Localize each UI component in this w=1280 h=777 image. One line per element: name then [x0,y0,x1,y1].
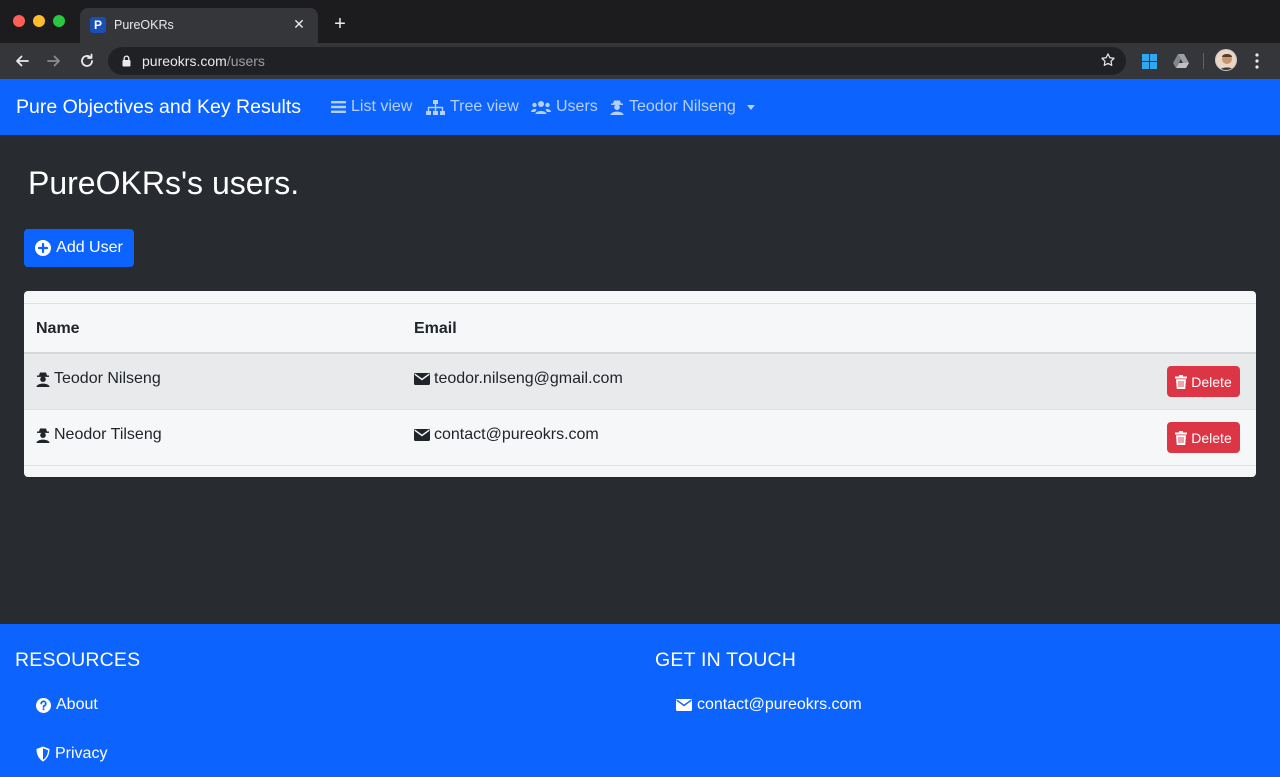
user-secret-icon [36,428,50,443]
chevron-down-icon [746,104,755,110]
user-email-cell: contact@pureokrs.com [414,426,599,444]
delete-user-button[interactable]: Delete [1167,422,1240,453]
reload-icon[interactable] [75,49,99,73]
lock-icon [122,55,131,67]
list-icon [331,100,346,114]
question-circle-icon [36,697,51,713]
column-header-name: Name [36,320,80,337]
delete-user-button[interactable]: Delete [1167,366,1240,397]
nav-link-label: Teodor Nilseng [629,98,736,115]
footer-contact-heading: GET IN TOUCH [655,649,797,671]
trash-icon [1175,430,1188,445]
sitemap-icon [426,99,445,115]
users-icon [531,100,551,114]
bookmark-star-icon[interactable] [1100,52,1116,68]
nav-link-list-view[interactable]: List view [331,98,412,116]
user-email-cell: teodor.nilseng@gmail.com [414,370,623,388]
add-user-button[interactable]: Add User [24,229,134,267]
close-window-button[interactable] [13,15,25,27]
url-text: pureokrs.com/users [142,53,265,69]
nav-link-label: Tree view [450,98,519,115]
main-content: PureOKRs's users. Add User Name Email Te… [0,135,1280,624]
nav-link-tree-view[interactable]: Tree view [426,98,519,116]
user-name: Teodor Nilseng [54,370,161,387]
table-row: Teodor Nilseng teodor.nilseng@gmail.com … [24,354,1256,410]
drive-extension-icon[interactable] [1171,51,1191,71]
browser-chrome: P PureOKRs ✕ + pureokrs.com/users [0,0,1280,79]
browser-toolbar: pureokrs.com/users [0,43,1280,79]
footer-link-label: Privacy [55,745,108,762]
minimize-window-button[interactable] [33,15,45,27]
address-bar[interactable]: pureokrs.com/users [108,47,1126,75]
envelope-icon [414,429,430,441]
delete-label: Delete [1191,429,1232,446]
user-name-cell: Neodor Tilseng [36,426,162,444]
site-footer: RESOURCES About Privacy GET IN TOUCH con… [0,624,1280,777]
back-icon[interactable] [10,49,34,73]
user-name-cell: Teodor Nilseng [36,370,161,388]
footer-resources-heading: RESOURCES [15,649,141,671]
add-user-label: Add User [56,239,123,256]
footer-link-about[interactable]: About [36,696,98,714]
footer-contact-email[interactable]: contact@pureokrs.com [676,696,862,714]
trash-icon [1175,374,1188,389]
tab-close-icon[interactable]: ✕ [290,15,308,33]
table-header: Name Email [24,304,1256,354]
page-title: PureOKRs's users. [28,165,300,201]
footer-link-label: About [56,696,98,713]
favicon-icon: P [90,17,106,33]
browser-tab-active[interactable]: P PureOKRs ✕ [80,8,318,43]
footer-link-privacy[interactable]: Privacy [36,745,107,763]
footer-email-label: contact@pureokrs.com [697,696,862,713]
column-header-email: Email [414,320,457,337]
navbar-brand[interactable]: Pure Objectives and Key Results [16,96,301,119]
users-table-card: Name Email Teodor Nilseng teodor.nilseng… [24,291,1256,477]
maximize-window-button[interactable] [53,15,65,27]
nav-link-label: Users [556,98,598,115]
envelope-icon [414,373,430,385]
browser-menu-icon[interactable] [1251,52,1263,70]
user-name: Neodor Tilseng [54,426,162,443]
app-navbar: Pure Objectives and Key Results List vie… [0,79,1280,135]
forward-icon[interactable] [42,49,66,73]
shield-icon [36,746,50,762]
delete-label: Delete [1191,373,1232,390]
tab-title: PureOKRs [114,18,174,32]
user-secret-icon [36,372,50,387]
user-email: contact@pureokrs.com [434,426,599,443]
plus-circle-icon [35,240,52,256]
tab-strip: P PureOKRs ✕ + [0,0,1280,43]
nav-link-users[interactable]: Users [531,98,598,116]
nav-user-dropdown[interactable]: Teodor Nilseng [610,98,755,116]
user-secret-icon [610,100,624,115]
toolbar-divider [1203,53,1204,69]
new-tab-icon[interactable]: + [330,14,350,34]
table-row: Neodor Tilseng contact@pureokrs.com Dele… [24,410,1256,466]
user-email: teodor.nilseng@gmail.com [434,370,623,387]
profile-avatar[interactable] [1215,49,1237,71]
windows-extension-icon[interactable] [1139,51,1159,71]
envelope-icon [676,699,692,711]
nav-link-label: List view [351,98,413,115]
